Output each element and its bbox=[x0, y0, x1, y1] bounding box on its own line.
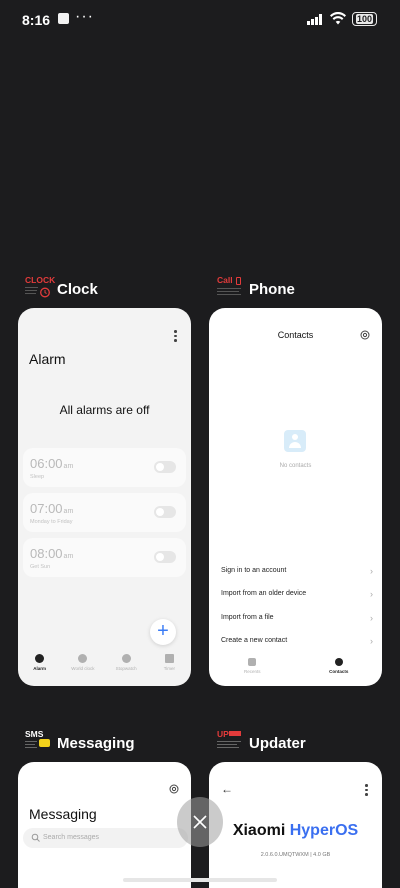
chevron-right-icon: › bbox=[370, 613, 373, 623]
app-header-phone[interactable]: Call Phone bbox=[217, 276, 295, 302]
alarm-label: Sleep bbox=[30, 474, 45, 480]
phone-app-icon: Call bbox=[217, 276, 243, 302]
alarm-time: 08:00 bbox=[30, 546, 63, 561]
contacts-title: Contacts bbox=[277, 330, 314, 340]
alarm-period: am bbox=[63, 508, 74, 515]
tab-label: Contacts bbox=[329, 669, 349, 674]
updater-icon-label: UP bbox=[217, 729, 229, 739]
option-import-older-device[interactable]: Import from an older device › bbox=[221, 590, 373, 604]
clock-app-name: Clock bbox=[57, 280, 98, 298]
version-info: 2.0.6.0.UMQTWXM | 4.0 GB bbox=[260, 852, 331, 858]
battery-icon: 100 bbox=[352, 12, 377, 26]
alarm-time: 06:00 bbox=[30, 456, 63, 471]
tab-timer[interactable]: Timer bbox=[149, 654, 189, 682]
option-label: Sign in to an account bbox=[221, 567, 287, 574]
chevron-right-icon: › bbox=[370, 636, 373, 646]
phone-icon-label: Call bbox=[217, 275, 233, 285]
messaging-app-name: Messaging bbox=[57, 734, 135, 752]
tab-label: World clock bbox=[71, 666, 95, 671]
timer-icon bbox=[164, 654, 174, 663]
battery-level: 100 bbox=[355, 14, 374, 24]
chevron-right-icon: › bbox=[370, 566, 373, 576]
more-notifications-icon: ··· bbox=[75, 8, 94, 25]
wifi-icon bbox=[330, 12, 346, 25]
updater-app-name: Updater bbox=[249, 734, 306, 752]
alarm-toggle[interactable] bbox=[154, 551, 176, 563]
alarm-item[interactable]: 08:00am Get Sun bbox=[23, 538, 186, 577]
messaging-app-card[interactable]: Messaging Search messages bbox=[18, 762, 191, 888]
updater-app-icon: UP bbox=[217, 730, 243, 756]
alarm-clock-icon bbox=[40, 287, 50, 298]
alarms-status-message: All alarms are off bbox=[59, 403, 150, 417]
alarm-label: Monday to Friday bbox=[30, 519, 73, 525]
phone-app-name: Phone bbox=[249, 280, 295, 298]
alarm-icon bbox=[35, 654, 45, 663]
alarm-screen-title: Alarm bbox=[29, 351, 66, 367]
brand-accent: HyperOS bbox=[289, 822, 359, 839]
option-import-file[interactable]: Import from a file › bbox=[221, 614, 373, 628]
tab-label: Alarm bbox=[33, 666, 46, 671]
app-header-clock[interactable]: CLOCK Clock bbox=[25, 276, 98, 302]
more-options-icon[interactable] bbox=[365, 784, 368, 798]
brand-text: Xiaomi bbox=[232, 822, 290, 839]
search-input[interactable]: Search messages bbox=[23, 828, 188, 848]
updater-app-card[interactable]: ← Xiaomi HyperOS 2.0.6.0.UMQTWXM | 4.0 G… bbox=[209, 762, 382, 888]
search-icon bbox=[31, 833, 40, 842]
settings-gear-icon[interactable] bbox=[169, 784, 179, 794]
no-contacts-message: No contacts bbox=[279, 463, 312, 469]
messaging-app-icon: SMS bbox=[25, 730, 51, 756]
clock-app-icon: CLOCK bbox=[25, 276, 55, 302]
clock-icon-label: CLOCK bbox=[25, 275, 56, 285]
phone-bottom-nav: Recents Contacts bbox=[209, 658, 382, 680]
option-create-contact[interactable]: Create a new contact › bbox=[221, 637, 373, 651]
more-options-icon[interactable] bbox=[174, 330, 177, 344]
close-icon bbox=[193, 815, 207, 829]
tab-world-clock[interactable]: World clock bbox=[63, 654, 103, 682]
stopwatch-icon bbox=[121, 654, 131, 663]
cellular-signal-icon bbox=[307, 14, 322, 25]
option-label: Import from a file bbox=[221, 614, 274, 621]
tab-label: Recents bbox=[243, 669, 261, 674]
clock-bottom-nav: Alarm World clock Stopwatch Timer bbox=[18, 654, 191, 682]
alarm-toggle[interactable] bbox=[154, 461, 176, 473]
chevron-right-icon: › bbox=[370, 589, 373, 599]
settings-gear-icon[interactable] bbox=[360, 330, 370, 340]
hyperos-logo: Xiaomi HyperOS bbox=[209, 822, 382, 840]
tab-label: Stopwatch bbox=[115, 666, 137, 671]
tab-contacts[interactable]: Contacts bbox=[319, 658, 359, 680]
person-icon bbox=[334, 658, 343, 666]
option-label: Import from an older device bbox=[221, 590, 307, 597]
messaging-title: Messaging bbox=[29, 806, 97, 822]
option-label: Create a new contact bbox=[221, 637, 288, 644]
tab-recents[interactable]: Recents bbox=[232, 658, 272, 680]
tab-stopwatch[interactable]: Stopwatch bbox=[106, 654, 146, 682]
back-arrow-icon[interactable]: ← bbox=[221, 782, 233, 796]
alarm-period: am bbox=[63, 553, 74, 560]
tab-alarm[interactable]: Alarm bbox=[20, 654, 60, 682]
app-header-updater[interactable]: UP Updater bbox=[217, 730, 306, 756]
empty-contacts-icon bbox=[284, 430, 306, 452]
alarm-toggle[interactable] bbox=[154, 506, 176, 518]
alarm-time: 07:00 bbox=[30, 501, 63, 516]
home-indicator[interactable] bbox=[123, 878, 277, 882]
app-header-messaging[interactable]: SMS Messaging bbox=[25, 730, 135, 756]
alarm-item[interactable]: 06:00am Sleep bbox=[23, 448, 186, 487]
clock-app-card[interactable]: Alarm All alarms are off 06:00am Sleep 0… bbox=[18, 308, 191, 686]
alarm-item[interactable]: 07:00am Monday to Friday bbox=[23, 493, 186, 532]
option-sign-in[interactable]: Sign in to an account › bbox=[221, 567, 373, 581]
add-alarm-button[interactable]: + bbox=[150, 619, 176, 645]
search-placeholder: Search messages bbox=[43, 834, 100, 841]
messaging-icon-label: SMS bbox=[25, 729, 44, 739]
phone-icon bbox=[248, 658, 257, 666]
alarm-label: Get Sun bbox=[30, 564, 51, 570]
phone-app-card[interactable]: Contacts No contacts Sign in to an accou… bbox=[209, 308, 382, 686]
notification-icon bbox=[58, 13, 69, 24]
alarm-period: am bbox=[63, 463, 74, 470]
world-clock-icon bbox=[78, 654, 88, 663]
tab-label: Timer bbox=[163, 666, 176, 671]
clear-all-button[interactable] bbox=[177, 797, 223, 847]
status-time: 8:16 bbox=[22, 12, 51, 28]
status-bar: 8:16 ··· 100 bbox=[0, 0, 400, 38]
